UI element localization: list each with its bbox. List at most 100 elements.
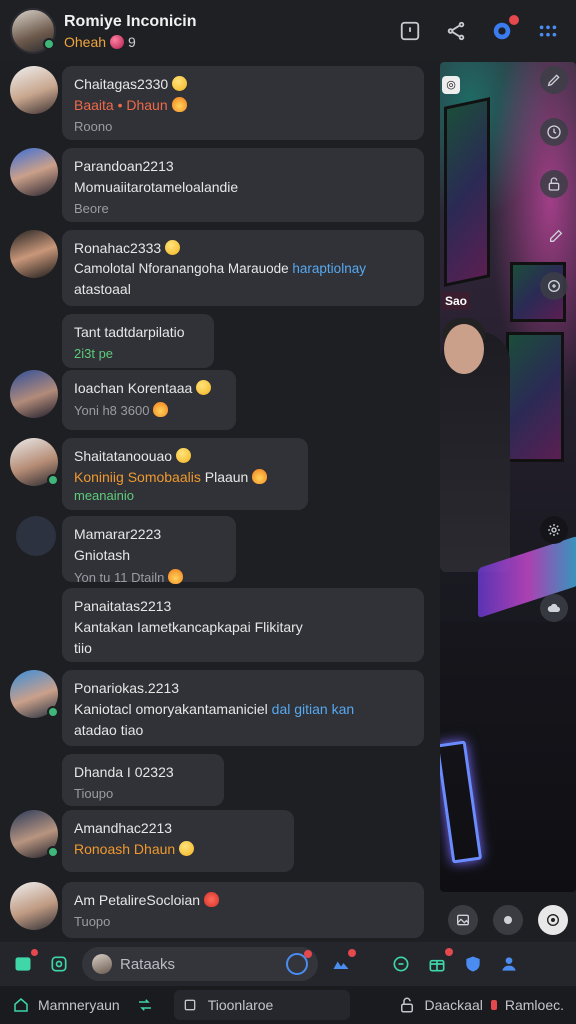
online-indicator [43, 38, 55, 50]
message-input[interactable]: Rataaks [82, 947, 318, 981]
smile-emoji-icon [196, 380, 212, 395]
lock-button[interactable] [540, 170, 568, 198]
menu-button[interactable] [536, 19, 560, 43]
message-line: tiio [74, 640, 92, 656]
nav-center-label: Tioonlaroe [207, 997, 274, 1013]
gallery-attach-button[interactable] [10, 949, 38, 977]
emoji-button[interactable] [388, 951, 414, 977]
message-bubble[interactable]: Ioachan Korentaaa Yoni h8 3600 [62, 370, 236, 430]
user-avatar[interactable] [16, 516, 56, 556]
games-button[interactable] [328, 949, 356, 977]
smile-emoji-icon [172, 76, 188, 91]
message-input-placeholder: Rataaks [120, 955, 176, 973]
user-avatar[interactable] [10, 882, 58, 930]
photo-icon [15, 957, 31, 971]
message-meta-row: Yoni h8 3600 [74, 402, 224, 418]
monitor-left [444, 97, 490, 287]
message-line: atastoaal [74, 281, 131, 297]
message-bubble[interactable]: Ponariokas.2213 Kaniotacl omoryakantaman… [62, 670, 424, 746]
message-bubble[interactable]: Ronahac2333 Camolotal Nforanangoha Marau… [62, 230, 424, 306]
user-avatar[interactable] [10, 66, 58, 114]
effects-button[interactable] [540, 272, 568, 300]
message-bubble[interactable]: Am PetalireSocloian Tuopo [62, 882, 424, 938]
user-avatar[interactable] [10, 438, 59, 486]
message-bubble[interactable]: Chaitagas2330 Baaita • Dhaun Roono [62, 66, 424, 140]
message-text: Camolotal Nforanangoha Marauode haraptio… [74, 261, 412, 276]
header-text: Romiye Inconicin Oheah 9 [64, 13, 196, 50]
effects-icon [548, 280, 560, 292]
user-avatar[interactable] [10, 148, 58, 196]
camera-flip-button[interactable] [492, 905, 523, 935]
nav-locked[interactable]: Daackaal Ramloec. [398, 996, 564, 1014]
message-bubble[interactable]: Amandhac2213 Ronoash Dhaun [62, 810, 294, 872]
online-indicator [47, 706, 59, 718]
composer-bar: Rataaks [0, 942, 576, 986]
gear-icon [548, 524, 560, 536]
message-link[interactable]: dal gitian kan [272, 701, 355, 717]
message-line: Kaniotacl omoryakantamaniciel [74, 701, 268, 717]
attach-badge [31, 949, 38, 956]
instagram-icon: ◎ [442, 76, 460, 94]
share-button[interactable] [444, 19, 468, 43]
fire-emoji-icon [168, 569, 184, 584]
message-link[interactable]: haraptiolnay [292, 261, 366, 276]
message-bubble[interactable]: Shaitatanoouao Koniniig Somobaalis Plaau… [62, 438, 308, 510]
message-bubble[interactable]: Tant tadtdarpilatio 2i3t pe [62, 314, 214, 368]
sticker-attach-button[interactable] [46, 951, 72, 977]
nav-home-label: Mamneryaun [38, 997, 120, 1013]
message-list[interactable]: Chaitagas2330 Baaita • Dhaun Roono Paran… [0, 62, 436, 940]
user-avatar[interactable] [10, 230, 58, 278]
nav-home[interactable]: Mamneryaun [12, 996, 120, 1014]
games-badge [348, 949, 356, 957]
nav-center[interactable]: Tioonlaroe [173, 990, 350, 1020]
timer-button[interactable] [540, 118, 568, 146]
contact-avatar[interactable] [10, 8, 56, 54]
sticker-icon [400, 21, 420, 41]
message-line: Baaita • Dhaun [74, 97, 168, 113]
message-line: Momuaiitarotameloalandie [74, 179, 239, 195]
edit-button[interactable] [544, 224, 568, 248]
user-avatar[interactable] [10, 670, 59, 718]
image-icon [456, 914, 469, 926]
gallery-button[interactable] [447, 905, 478, 935]
nav-forward[interactable] [136, 996, 154, 1014]
chat-header: Romiye Inconicin Oheah 9 [0, 0, 576, 62]
nav-locked-label-rest: Ramloec. [504, 997, 564, 1013]
profile-button[interactable] [496, 951, 522, 977]
live-video-panel[interactable]: ◎ Sao [440, 62, 576, 892]
fire-emoji-icon [171, 97, 187, 112]
sticker-button[interactable] [398, 19, 422, 43]
message-sender: Shaitatanoouao [74, 448, 296, 464]
message-bubble[interactable]: Mamarar2223 Gniotash Yon tu 11 Dtailn [62, 516, 236, 585]
gift-button[interactable] [424, 948, 453, 977]
draw-button[interactable] [540, 66, 568, 94]
chat-overlay-button[interactable] [540, 594, 568, 622]
notification-badge [509, 15, 519, 25]
message-line-rest: Plaaun [204, 469, 249, 485]
shield-button[interactable] [460, 951, 486, 977]
notifications-button[interactable] [490, 15, 519, 43]
sender-name: Mamarar2223 [74, 526, 162, 542]
record-button[interactable] [538, 905, 569, 935]
lock-icon [401, 997, 414, 1013]
settings-button[interactable] [540, 516, 568, 544]
monitor-main [506, 332, 564, 462]
message-bubble[interactable]: Dhanda I 02323 Tioupo [62, 754, 224, 806]
message-text: Kaniotacl omoryakantamaniciel dal gitian… [74, 701, 412, 717]
message-bubble[interactable]: Panaitatas2213 Kantakan Iametkancapkapai… [62, 588, 424, 662]
edit-icon [550, 229, 563, 242]
smile-emoji-icon [179, 841, 195, 856]
voice-icon[interactable] [286, 950, 312, 975]
sender-name: Ronahac2333 [74, 240, 162, 256]
gift-icon [429, 959, 445, 972]
smile-emoji-icon [176, 448, 192, 463]
bottom-nav: Mamneryaun Tioonlaroe Daackaal Ramloec. [0, 986, 576, 1024]
user-avatar[interactable] [10, 370, 58, 418]
message-text: Baaita • Dhaun [74, 97, 412, 113]
record-dot-icon [503, 916, 512, 924]
message-bubble[interactable]: Parandoan2213 Momuaiitarotameloalandie B… [62, 148, 424, 222]
sender-name: Shaitatanoouao [74, 448, 173, 464]
sender-name: Tant tadtdarpilatio [74, 324, 185, 340]
share-icon [447, 21, 465, 41]
user-avatar[interactable] [10, 810, 59, 858]
